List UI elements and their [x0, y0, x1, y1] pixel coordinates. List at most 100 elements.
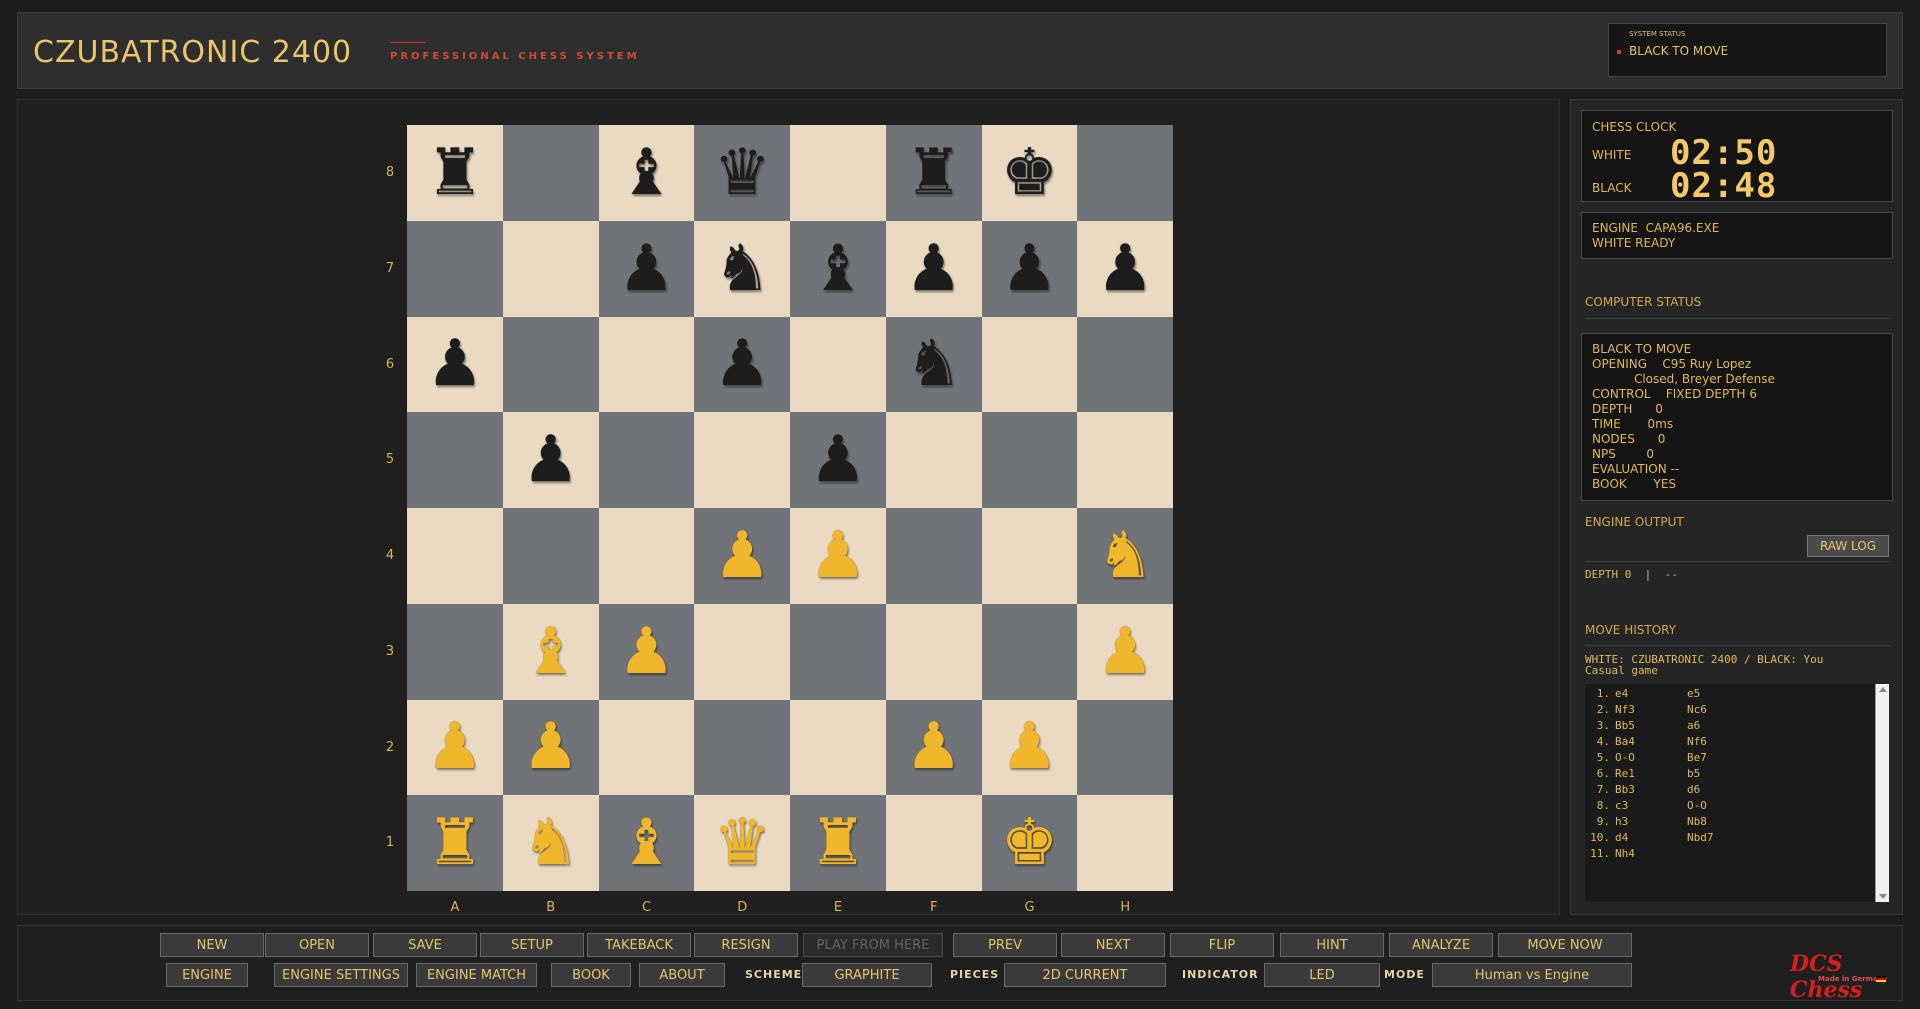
white-bishop-icon[interactable]: ♝ — [618, 811, 675, 875]
square-h6[interactable] — [1077, 316, 1173, 413]
square-d2[interactable] — [694, 699, 790, 796]
square-e6[interactable] — [790, 316, 886, 413]
engine-button[interactable]: ENGINE — [166, 963, 248, 987]
indicator-select[interactable]: LED — [1264, 963, 1380, 987]
black-rook-icon[interactable]: ♜ — [426, 141, 483, 205]
play-from-here-button[interactable]: PLAY FROM HERE — [803, 933, 943, 957]
square-h5[interactable] — [1077, 412, 1173, 508]
square-f4[interactable] — [885, 508, 982, 604]
black-pawn-icon[interactable]: ♟ — [1096, 237, 1153, 301]
black-pawn-icon[interactable]: ♟ — [905, 237, 962, 301]
black-queen-icon[interactable]: ♛ — [713, 141, 770, 205]
square-d5[interactable] — [694, 412, 790, 508]
square-b8[interactable] — [502, 125, 599, 221]
black-pawn-icon[interactable]: ♟ — [522, 428, 579, 492]
square-d4[interactable]: ♟ — [694, 508, 790, 604]
square-e8[interactable] — [790, 125, 886, 221]
black-rook-icon[interactable]: ♜ — [905, 141, 962, 205]
move-row[interactable]: 10. d4 Nbd7 — [1585, 830, 1767, 846]
square-f8[interactable]: ♜ — [885, 125, 982, 221]
square-c3[interactable]: ♟ — [598, 603, 695, 700]
new-button[interactable]: NEW — [160, 933, 264, 957]
square-h4[interactable]: ♞ — [1077, 508, 1173, 604]
black-bishop-icon[interactable]: ♝ — [618, 141, 675, 205]
move-history-scrollbar[interactable] — [1875, 684, 1889, 902]
about-button[interactable]: ABOUT — [639, 963, 725, 987]
square-d7[interactable]: ♞ — [694, 220, 790, 317]
setup-button[interactable]: SETUP — [480, 933, 584, 957]
white-rook-icon[interactable]: ♜ — [809, 811, 866, 875]
takeback-button[interactable]: TAKEBACK — [587, 933, 691, 957]
square-a5[interactable] — [407, 412, 503, 508]
square-d8[interactable]: ♛ — [694, 125, 790, 221]
move-row[interactable]: 5. O-O Be7 — [1585, 750, 1767, 766]
square-d1[interactable]: ♛ — [694, 795, 790, 891]
square-b1[interactable]: ♞ — [502, 795, 599, 891]
black-pawn-icon[interactable]: ♟ — [426, 332, 483, 396]
square-f2[interactable]: ♟ — [885, 699, 982, 796]
square-b6[interactable] — [502, 316, 599, 413]
square-b5[interactable]: ♟ — [502, 412, 599, 508]
black-bishop-icon[interactable]: ♝ — [809, 237, 866, 301]
square-g5[interactable] — [981, 412, 1078, 508]
square-b2[interactable]: ♟ — [502, 699, 599, 796]
chess-board[interactable]: ♜ ♝ ♛ ♜ ♚ ♟ ♞ ♝ ♟ ♟ ♟ ♟ ♟ ♞ ♟ ♟ ♟ ♟ ♞ ♝ ♟ ♟ ♟ ♟ ♟ ♟ ♜ ♞ ♝ ♛ ♜ ♚ — [407, 125, 1173, 891]
book-button[interactable]: BOOK — [551, 963, 631, 987]
move-history-list[interactable]: 1. e4 e5 2. Nf3 Nc6 3. Bb5 a6 4. Ba4 Nf6 5. O-O Be7 6. R… — [1585, 684, 1889, 902]
square-f6[interactable]: ♞ — [885, 316, 982, 413]
square-h7[interactable]: ♟ — [1077, 220, 1173, 317]
square-c5[interactable] — [598, 412, 695, 508]
black-knight-icon[interactable]: ♞ — [713, 237, 770, 301]
square-e2[interactable] — [790, 699, 886, 796]
square-c2[interactable] — [598, 699, 695, 796]
white-pawn-icon[interactable]: ♟ — [1001, 715, 1058, 779]
move-row[interactable]: 8. c3 O-O — [1585, 798, 1767, 814]
white-bishop-icon[interactable]: ♝ — [522, 620, 579, 684]
square-e1[interactable]: ♜ — [790, 795, 886, 891]
next-button[interactable]: NEXT — [1061, 933, 1165, 957]
square-e7[interactable]: ♝ — [790, 220, 886, 317]
square-g4[interactable] — [981, 508, 1078, 604]
square-e3[interactable] — [790, 603, 886, 700]
square-a3[interactable] — [407, 603, 503, 700]
white-queen-icon[interactable]: ♛ — [713, 811, 770, 875]
square-g8[interactable]: ♚ — [981, 125, 1078, 221]
square-f3[interactable] — [885, 603, 982, 700]
scroll-up-arrow-icon[interactable] — [1879, 687, 1887, 692]
square-g6[interactable] — [981, 316, 1078, 413]
square-h3[interactable]: ♟ — [1077, 603, 1173, 700]
raw-log-button[interactable]: RAW LOG — [1807, 535, 1889, 557]
square-d6[interactable]: ♟ — [694, 316, 790, 413]
square-b7[interactable] — [502, 220, 599, 317]
square-g7[interactable]: ♟ — [981, 220, 1078, 317]
square-g1[interactable]: ♚ — [981, 795, 1078, 891]
pieces-select[interactable]: 2D CURRENT — [1004, 963, 1166, 987]
prev-button[interactable]: PREV — [953, 933, 1057, 957]
resign-button[interactable]: RESIGN — [694, 933, 798, 957]
engine-match-button[interactable]: ENGINE MATCH — [416, 963, 537, 987]
move-row[interactable]: 2. Nf3 Nc6 — [1585, 702, 1767, 718]
square-g2[interactable]: ♟ — [981, 699, 1078, 796]
white-knight-icon[interactable]: ♞ — [1096, 524, 1153, 588]
move-row[interactable]: 7. Bb3 d6 — [1585, 782, 1767, 798]
move-row[interactable]: 9. h3 Nb8 — [1585, 814, 1767, 830]
square-a7[interactable] — [407, 220, 503, 317]
white-pawn-icon[interactable]: ♟ — [426, 715, 483, 779]
scheme-select[interactable]: GRAPHITE — [802, 963, 932, 987]
square-c7[interactable]: ♟ — [598, 220, 695, 317]
white-pawn-icon[interactable]: ♟ — [618, 620, 675, 684]
square-c8[interactable]: ♝ — [598, 125, 695, 221]
square-a6[interactable]: ♟ — [407, 316, 503, 413]
engine-settings-button[interactable]: ENGINE SETTINGS — [274, 963, 408, 987]
square-f5[interactable] — [885, 412, 982, 508]
square-f1[interactable] — [885, 795, 982, 891]
square-c4[interactable] — [598, 508, 695, 604]
black-pawn-icon[interactable]: ♟ — [1001, 237, 1058, 301]
move-row[interactable]: 6. Re1 b5 — [1585, 766, 1767, 782]
white-king-icon[interactable]: ♚ — [1001, 811, 1058, 875]
open-button[interactable]: OPEN — [265, 933, 369, 957]
mode-select[interactable]: Human vs Engine — [1432, 963, 1632, 987]
white-pawn-icon[interactable]: ♟ — [809, 524, 866, 588]
square-a2[interactable]: ♟ — [407, 699, 503, 796]
square-d3[interactable] — [694, 603, 790, 700]
